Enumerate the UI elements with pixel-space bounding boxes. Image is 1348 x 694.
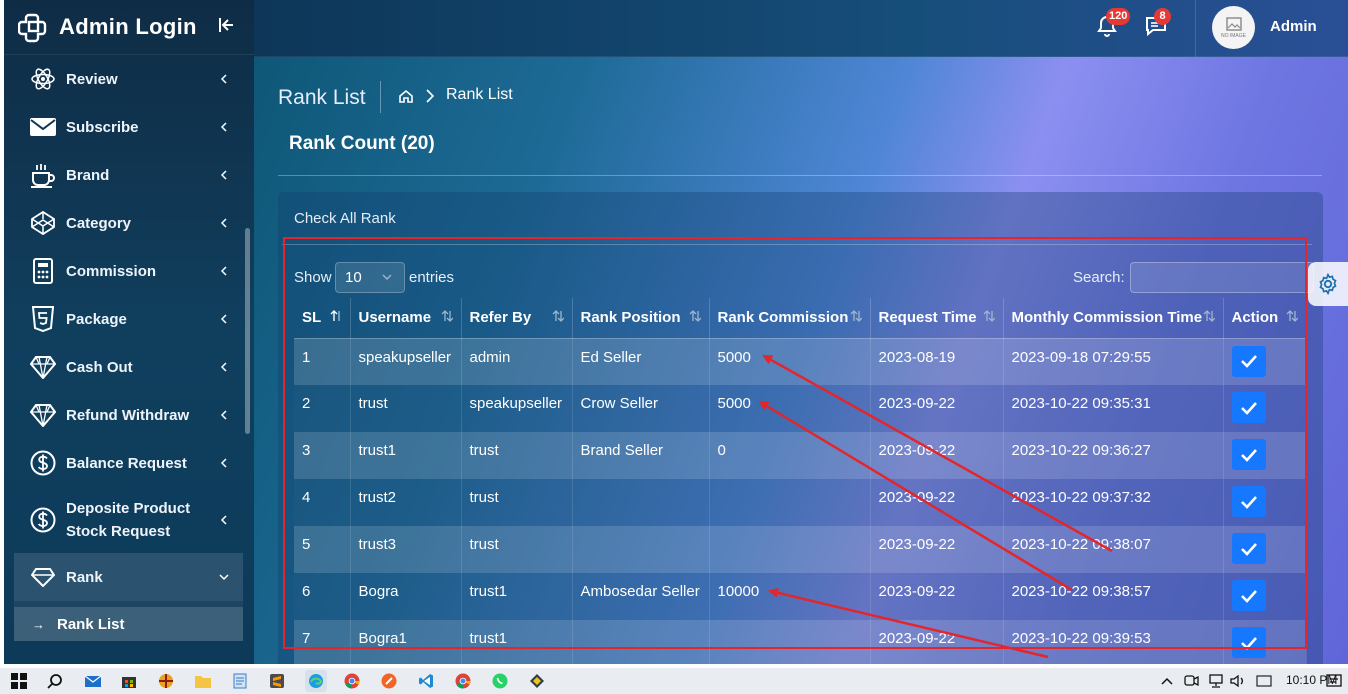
chrome-icon[interactable] [343,672,361,690]
volume-icon[interactable] [1229,672,1247,690]
envelope-icon [30,114,56,140]
sidebar-subitem-rank-list[interactable]: → Rank List [14,607,243,641]
breadcrumb-divider [380,81,381,113]
gear-icon [1319,273,1337,295]
sidebar-item-label: Refund Withdraw [66,406,190,424]
diamond-icon [30,402,56,428]
settings-tab[interactable] [1308,262,1348,306]
sidebar-item-label: Deposite Product Stock Request [66,500,191,540]
file-explorer-icon[interactable] [194,672,212,690]
atom-icon [30,66,56,92]
chevron-left-icon [220,266,227,276]
sidebar-item-label: Subscribe [66,118,139,136]
whatsapp-icon[interactable] [491,672,509,690]
app-icon[interactable] [528,672,546,690]
sidebar-item-label: Cash Out [66,358,133,376]
chevron-right-icon [426,89,435,103]
collapse-sidebar-icon[interactable] [218,16,236,34]
sidebar-item-label: Balance Request [66,454,187,472]
calculator-icon [30,258,56,284]
vscode-icon[interactable] [417,672,435,690]
sidebar-item-review[interactable]: Review [14,55,243,103]
html5-shield-icon [30,306,56,332]
card-title: Check All Rank [294,210,396,227]
avatar[interactable]: NO IMAGE [1212,6,1255,49]
search-icon[interactable] [46,672,64,690]
mail-app-icon[interactable] [84,672,102,690]
gem-icon [30,564,56,590]
coffee-cup-icon [30,162,56,188]
language-icon[interactable] [1255,672,1273,690]
chrome-icon[interactable] [454,672,472,690]
codepen-cube-icon [30,210,56,236]
sidebar-item-label: Rank [66,568,103,586]
avatar-text: NO IMAGE [1220,32,1246,39]
sidebar-item-package[interactable]: Package [14,295,243,343]
notification-badge: 120 [1106,8,1131,25]
sidebar-item-label: Review [66,70,118,88]
diamond-icon [30,354,56,380]
network-icon[interactable] [1207,672,1225,690]
sidebar-item-cash-out[interactable]: Cash Out [14,343,243,391]
os-taskbar: 10:10 PM [0,668,1348,694]
top-header: 120 8 NO IMAGE Admin [254,0,1348,57]
chevron-left-icon [220,410,227,420]
sidebar-item-label: Brand [66,166,110,184]
sidebar-item-label: Package [66,310,127,328]
dollar-circle-icon [30,507,56,533]
message-badge: 8 [1154,8,1171,25]
chevron-left-icon [220,515,227,525]
chevron-left-icon [220,74,227,84]
header-divider [1195,0,1196,57]
sidebar-item-category[interactable]: Category [14,199,243,247]
app-icon[interactable] [380,672,398,690]
user-name[interactable]: Admin [1270,18,1317,35]
meet-now-icon[interactable] [1183,672,1201,690]
image-placeholder-icon [1225,16,1242,31]
submenu-label: Rank List [57,615,125,633]
chevron-up-icon[interactable] [1158,672,1176,690]
app-logo-icon [18,13,47,43]
sidebar-item-balance-request[interactable]: Balance Request [14,439,243,487]
chevron-down-icon [219,574,229,581]
arrow-right-icon: → [32,616,45,632]
chevron-left-icon [220,458,227,468]
sidebar-item-subscribe[interactable]: Subscribe [14,103,243,151]
notepad-icon[interactable] [231,672,249,690]
sidebar-item-commission[interactable]: Commission [14,247,243,295]
chevron-left-icon [220,362,227,372]
rank-count-heading: Rank Count (20) [289,133,435,154]
sidebar-item-label: Commission [66,262,157,280]
chevron-left-icon [220,314,227,324]
sidebar-scrollbar[interactable] [245,228,250,434]
sublime-text-icon[interactable] [268,672,286,690]
sidebar-menu: Review Subscribe Brand Category Commissi… [14,55,243,641]
sidebar-item-label: Category [66,214,132,232]
chevron-left-icon [220,218,227,228]
sidebar-item-refund-withdraw[interactable]: Refund Withdraw [14,391,243,439]
app-title: Admin Login [59,14,197,39]
divider [278,175,1322,176]
chevron-left-icon [220,122,227,132]
notification-center-icon[interactable] [1325,672,1343,690]
edge-browser-icon[interactable] [305,670,327,692]
annotation-highlight-box [283,237,1307,649]
sidebar-item-rank[interactable]: Rank [14,553,243,601]
store-app-icon[interactable] [120,672,138,690]
brand-bar: Admin Login [4,0,254,55]
rank-submenu: → Rank List [14,601,243,641]
windows-start-icon[interactable] [10,672,28,690]
chevron-left-icon [220,170,227,180]
sidebar-item-deposite-product-stock-request[interactable]: Deposite Product Stock Request [14,487,243,553]
dollar-circle-icon [30,450,56,476]
sidebar-item-brand[interactable]: Brand [14,151,243,199]
home-icon[interactable] [398,88,414,104]
breadcrumb-current: Rank List [446,86,513,103]
app-icon[interactable] [157,672,175,690]
page-title: Rank List [278,86,366,109]
sidebar: Admin Login Review Subscribe Brand Categ… [4,0,254,664]
